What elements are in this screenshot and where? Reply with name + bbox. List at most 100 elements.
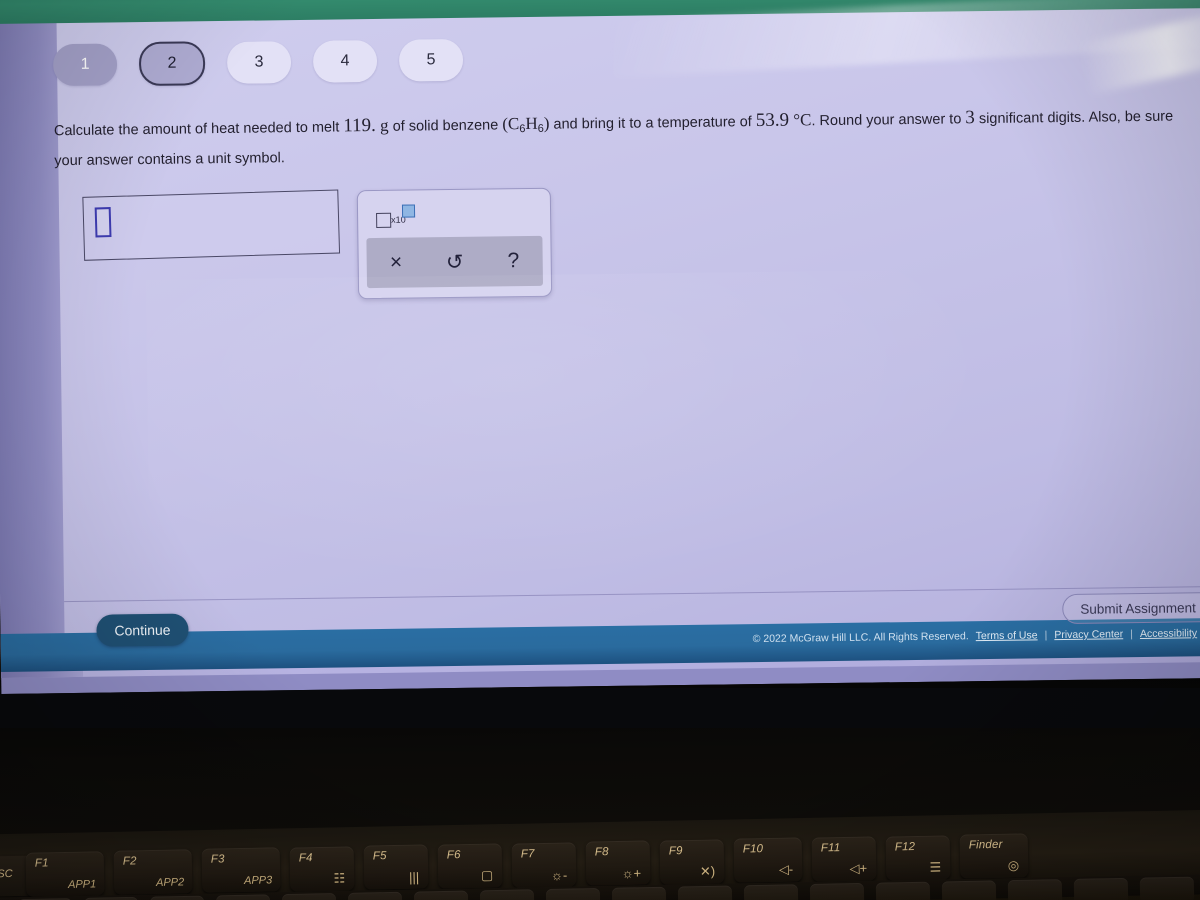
- formula-open-paren: (C: [502, 114, 520, 134]
- keyboard-key[interactable]: [809, 882, 865, 900]
- math-toolbar-actions: × ↺ ?: [366, 235, 544, 289]
- step-navigation: 1 2 3 4 5: [52, 38, 464, 87]
- keyboard-key[interactable]: [1007, 879, 1063, 900]
- scientific-notation-button[interactable]: x10: [376, 204, 416, 229]
- key-f8-label: F8: [594, 846, 609, 859]
- key-f9-glyph-icon: ✕): [699, 863, 716, 879]
- key-f10-glyph-icon: ◁-: [778, 861, 794, 877]
- key-f10[interactable]: F10 ◁-: [733, 837, 803, 883]
- step-pill-1[interactable]: 1: [52, 43, 118, 87]
- question-text-part-3: and bring it to a temperature of: [549, 114, 756, 133]
- keyboard-key[interactable]: [677, 885, 733, 900]
- privacy-center-link[interactable]: Privacy Center: [1054, 628, 1123, 641]
- math-input-toolbar: x10 × ↺ ?: [356, 187, 553, 300]
- keyboard-key[interactable]: [479, 889, 535, 900]
- key-finder[interactable]: Finder ◎: [959, 833, 1029, 879]
- key-f12[interactable]: F12 ☰: [885, 835, 951, 881]
- key-f6[interactable]: F6 ▢: [437, 843, 503, 889]
- key-f11[interactable]: F11 ◁+: [811, 836, 877, 882]
- key-f8[interactable]: F8 ☼+: [585, 840, 651, 886]
- keyboard-key[interactable]: [611, 886, 667, 900]
- keyboard-key[interactable]: [413, 890, 469, 900]
- key-f7-label: F7: [520, 848, 535, 861]
- question-temperature-unit: °C: [788, 110, 812, 130]
- android-navigation-bar: ||| ‹: [0, 688, 1200, 728]
- keyboard-key[interactable]: [1073, 877, 1129, 900]
- keyboard-key[interactable]: [743, 884, 799, 900]
- key-f9[interactable]: F9 ✕): [659, 839, 725, 885]
- key-f5-label: F5: [372, 850, 387, 863]
- key-f3[interactable]: F3 APP3: [201, 847, 281, 893]
- keyboard-key[interactable]: [545, 888, 601, 900]
- question-mass-unit: g: [375, 115, 389, 135]
- step-pill-2[interactable]: 2: [138, 41, 206, 87]
- key-f4[interactable]: F4 ☷: [289, 846, 355, 892]
- legal-separator-1: |: [1044, 629, 1048, 642]
- question-temperature-value: 53.9: [755, 109, 790, 132]
- key-f2-sublabel: APP2: [155, 876, 185, 889]
- keyboard-key[interactable]: [347, 891, 403, 900]
- key-f3-sublabel: APP3: [243, 874, 273, 887]
- answer-input[interactable]: [82, 189, 341, 261]
- key-f7[interactable]: F7 ☼-: [511, 842, 577, 888]
- question-text-part-4: . Round your answer to: [811, 111, 966, 130]
- submit-assignment-button[interactable]: Submit Assignment: [1062, 592, 1200, 625]
- key-f5[interactable]: F5 |||: [363, 844, 429, 890]
- step-pill-2-label: 2: [167, 54, 177, 72]
- key-f4-glyph-icon: ☷: [333, 870, 346, 886]
- key-f6-glyph-icon: ▢: [480, 867, 494, 883]
- key-f12-label: F12: [894, 841, 916, 854]
- key-finder-glyph-icon: ◎: [1007, 857, 1020, 873]
- key-f4-label: F4: [298, 852, 313, 865]
- step-pill-1-label: 1: [80, 55, 90, 73]
- key-f2-label: F2: [122, 855, 137, 868]
- screen-area: Attempt 1 of 1 Dark 1 2 3 4 5: [0, 0, 1200, 694]
- formula-hydrogen: H: [525, 113, 538, 134]
- key-finder-label: Finder: [968, 838, 1003, 852]
- question-text-part-1: Calculate the amount of heat needed to m…: [53, 119, 344, 140]
- question-mass-value: 119.: [343, 114, 376, 137]
- screen-surface: Attempt 1 of 1 Dark 1 2 3 4 5: [0, 0, 1200, 694]
- help-icon[interactable]: ?: [493, 242, 533, 281]
- key-f2[interactable]: F2 APP2: [113, 849, 193, 895]
- key-f7-glyph-icon: ☼-: [550, 867, 568, 883]
- keyboard-key[interactable]: [1139, 876, 1195, 900]
- keyboard-key[interactable]: [941, 880, 997, 900]
- key-f3-label: F3: [210, 853, 225, 866]
- content-sheet: [56, 2, 1200, 638]
- step-pill-3-label: 3: [254, 53, 264, 71]
- step-pill-3[interactable]: 3: [226, 41, 292, 84]
- key-f5-glyph-icon: |||: [408, 869, 420, 885]
- continue-button[interactable]: Continue: [96, 613, 189, 647]
- terms-of-use-link[interactable]: Terms of Use: [976, 629, 1038, 642]
- mantissa-box-icon: [376, 212, 392, 228]
- step-pill-5[interactable]: 5: [398, 38, 464, 82]
- keyboard-key[interactable]: [215, 894, 271, 900]
- key-f11-glyph-icon: ◁+: [849, 860, 868, 876]
- step-pill-5-label: 5: [426, 51, 436, 69]
- answer-empty-placeholder-box: [94, 207, 112, 238]
- screenshot-stage: ESC F1 APP1 F2 APP2 F3 APP3 F4 ☷ F5 ||| F6 ▢ F7 ☼- F8 ☼…: [0, 0, 1200, 900]
- step-pill-4[interactable]: 4: [312, 39, 378, 83]
- keyboard-key[interactable]: [281, 893, 337, 900]
- key-f1-label: F1: [34, 857, 49, 870]
- exponent-box-icon: [401, 204, 416, 218]
- key-f11-label: F11: [820, 842, 841, 855]
- accessibility-link[interactable]: Accessibility: [1140, 627, 1197, 640]
- key-esc-label: ESC: [0, 868, 13, 881]
- step-pill-4-label: 4: [340, 52, 350, 70]
- key-f9-label: F9: [668, 845, 683, 858]
- undo-icon[interactable]: ↺: [434, 243, 474, 282]
- key-f8-glyph-icon: ☼+: [621, 865, 642, 881]
- question-text-part-2: of solid benzene: [388, 117, 503, 135]
- key-f1[interactable]: F1 APP1: [25, 851, 105, 897]
- question-sigfigs-value: 3: [965, 107, 975, 129]
- key-f6-label: F6: [446, 849, 461, 862]
- keyboard-key[interactable]: [875, 881, 931, 900]
- legal-separator-2: |: [1130, 628, 1133, 641]
- key-f1-sublabel: APP1: [67, 878, 97, 891]
- clear-icon[interactable]: ×: [376, 243, 416, 282]
- keyboard-key[interactable]: [149, 895, 205, 900]
- key-f10-label: F10: [742, 843, 764, 856]
- key-f12-glyph-icon: ☰: [929, 859, 942, 875]
